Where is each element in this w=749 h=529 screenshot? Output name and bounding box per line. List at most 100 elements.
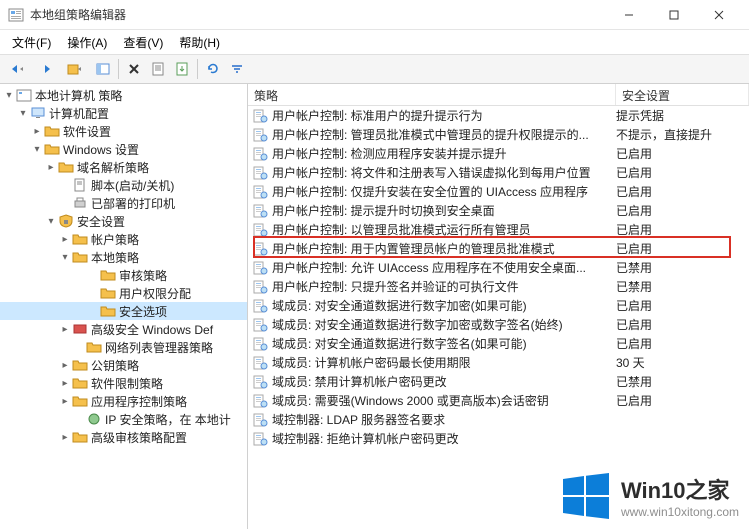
policy-item-icon — [252, 261, 268, 275]
tree-software-restriction[interactable]: ▸ 软件限制策略 — [0, 374, 247, 392]
list-row[interactable]: 域成员: 需要强(Windows 2000 或更高版本)会话密钥 已启用 — [248, 391, 749, 410]
list-row[interactable]: 用户帐户控制: 管理员批准模式中管理员的提升权限提示的... 不提示，直接提升 — [248, 125, 749, 144]
policy-setting: 已启用 — [612, 164, 745, 181]
list-row[interactable]: 域成员: 禁用计算机帐户密码更改 已禁用 — [248, 372, 749, 391]
tree-user-rights[interactable]: 用户权限分配 — [0, 284, 247, 302]
policy-name: 用户帐户控制: 允许 UIAccess 应用程序在不使用安全桌面... — [272, 259, 586, 276]
tree-advanced-audit[interactable]: ▸ 高级审核策略配置 — [0, 428, 247, 446]
expander-icon[interactable]: ▾ — [58, 252, 72, 263]
policy-name: 用户帐户控制: 将文件和注册表写入错误虚拟化到每用户位置 — [272, 164, 591, 181]
list-row[interactable]: 用户帐户控制: 允许 UIAccess 应用程序在不使用安全桌面... 已禁用 — [248, 258, 749, 277]
refresh-button[interactable] — [202, 58, 224, 80]
list-row[interactable]: 用户帐户控制: 以管理员批准模式运行所有管理员 已启用 — [248, 220, 749, 239]
folder-icon — [72, 358, 88, 372]
window-controls — [606, 1, 741, 29]
expander-icon[interactable]: ▸ — [58, 324, 72, 335]
tree-dns-policy[interactable]: ▸ 域名解析策略 — [0, 158, 247, 176]
tree-scripts[interactable]: 脚本(启动/关机) — [0, 176, 247, 194]
list-row[interactable]: 域成员: 计算机帐户密码最长使用期限 30 天 — [248, 353, 749, 372]
folder-icon — [44, 142, 60, 156]
firewall-icon — [72, 322, 88, 336]
watermark-brand: Win10之家 — [621, 473, 739, 505]
tree-security-options[interactable]: 安全选项 — [0, 302, 247, 320]
filter-button[interactable] — [226, 58, 248, 80]
tree-local-policies[interactable]: ▾ 本地策略 — [0, 248, 247, 266]
tree-windows-settings[interactable]: ▾ Windows 设置 — [0, 140, 247, 158]
list-row[interactable]: 域成员: 对安全通道数据进行数字签名(如果可能) 已启用 — [248, 334, 749, 353]
titlebar: 本地组策略编辑器 — [0, 0, 749, 30]
tree-deployed-printers[interactable]: 已部署的打印机 — [0, 194, 247, 212]
folder-icon — [86, 340, 102, 354]
expander-icon[interactable]: ▾ — [30, 144, 44, 155]
list-row[interactable]: 用户帐户控制: 只提升签名并验证的可执行文件 已禁用 — [248, 277, 749, 296]
list-row[interactable]: 用户帐户控制: 检测应用程序安装并提示提升 已启用 — [248, 144, 749, 163]
column-header-setting[interactable]: 安全设置 — [616, 84, 749, 105]
expander-icon[interactable]: ▾ — [2, 90, 16, 101]
expander-icon[interactable]: ▸ — [44, 162, 58, 173]
policy-item-icon — [252, 280, 268, 294]
maximize-button[interactable] — [651, 1, 696, 29]
policy-folder-icon — [100, 304, 116, 318]
list-row[interactable]: 用户帐户控制: 提示提升时切换到安全桌面 已启用 — [248, 201, 749, 220]
list-pane[interactable]: 策略 安全设置 用户帐户控制: 标准用户的提升提示行为 提示凭据 用户帐户控制:… — [248, 84, 749, 529]
tree-ip-security[interactable]: IP 安全策略，在 本地计 — [0, 410, 247, 428]
list-row[interactable]: 用户帐户控制: 标准用户的提升提示行为 提示凭据 — [248, 106, 749, 125]
back-button[interactable] — [4, 58, 34, 80]
policy-name: 域成员: 禁用计算机帐户密码更改 — [272, 373, 447, 390]
up-button[interactable] — [60, 58, 90, 80]
list-row[interactable]: 域成员: 对安全通道数据进行数字加密或数字签名(始终) 已启用 — [248, 315, 749, 334]
tree-label: 用户权限分配 — [119, 285, 191, 302]
list-row[interactable]: 用户帐户控制: 仅提升安装在安全位置的 UIAccess 应用程序 已启用 — [248, 182, 749, 201]
column-header-policy[interactable]: 策略 — [248, 84, 616, 105]
tree-root[interactable]: ▾ 本地计算机 策略 — [0, 86, 247, 104]
tree-app-control[interactable]: ▸ 应用程序控制策略 — [0, 392, 247, 410]
tree-computer-config[interactable]: ▾ 计算机配置 — [0, 104, 247, 122]
export-button[interactable] — [171, 58, 193, 80]
policy-folder-icon — [100, 268, 116, 282]
tree-label: 网络列表管理器策略 — [105, 339, 213, 356]
policy-item-icon — [252, 375, 268, 389]
tree-label: 公钥策略 — [91, 357, 139, 374]
policy-setting: 已启用 — [612, 221, 745, 238]
tree-account-policies[interactable]: ▸ 帐户策略 — [0, 230, 247, 248]
policy-setting: 已启用 — [612, 297, 745, 314]
list-row[interactable]: 域控制器: LDAP 服务器签名要求 — [248, 410, 749, 429]
menu-action[interactable]: 操作(A) — [59, 31, 115, 54]
menu-help[interactable]: 帮助(H) — [171, 31, 228, 54]
delete-button[interactable] — [123, 58, 145, 80]
tree-label: 已部署的打印机 — [91, 195, 175, 212]
show-hide-tree-button[interactable] — [92, 58, 114, 80]
expander-icon[interactable]: ▸ — [30, 126, 44, 137]
list-row[interactable]: 域成员: 对安全通道数据进行数字加密(如果可能) 已启用 — [248, 296, 749, 315]
list-row[interactable]: 域控制器: 拒绝计算机帐户密码更改 — [248, 429, 749, 448]
tree-audit-policy[interactable]: 审核策略 — [0, 266, 247, 284]
tree-public-key[interactable]: ▸ 公钥策略 — [0, 356, 247, 374]
forward-button[interactable] — [36, 58, 58, 80]
expander-icon[interactable]: ▸ — [58, 378, 72, 389]
tree-software-settings[interactable]: ▸ 软件设置 — [0, 122, 247, 140]
expander-icon[interactable]: ▸ — [58, 432, 72, 443]
tree-label: 软件限制策略 — [91, 375, 163, 392]
tree-advanced-windows-def[interactable]: ▸ 高级安全 Windows Def — [0, 320, 247, 338]
policy-name: 用户帐户控制: 只提升签名并验证的可执行文件 — [272, 278, 519, 295]
close-button[interactable] — [696, 1, 741, 29]
tree-security-settings[interactable]: ▾ 安全设置 — [0, 212, 247, 230]
properties-button[interactable] — [147, 58, 169, 80]
tree-pane[interactable]: ▾ 本地计算机 策略 ▾ 计算机配置 ▸ 软件设置 ▾ Win — [0, 84, 248, 529]
policy-setting: 已启用 — [612, 183, 745, 200]
expander-icon[interactable]: ▸ — [58, 396, 72, 407]
expander-icon[interactable]: ▾ — [44, 216, 58, 227]
list-row[interactable]: 用户帐户控制: 用于内置管理员帐户的管理员批准模式 已启用 — [248, 239, 749, 258]
expander-icon[interactable]: ▾ — [16, 108, 30, 119]
policy-setting: 已启用 — [612, 392, 745, 409]
security-icon — [58, 214, 74, 228]
tree-network-list[interactable]: 网络列表管理器策略 — [0, 338, 247, 356]
list-row[interactable]: 用户帐户控制: 将文件和注册表写入错误虚拟化到每用户位置 已启用 — [248, 163, 749, 182]
minimize-button[interactable] — [606, 1, 651, 29]
expander-icon[interactable]: ▸ — [58, 360, 72, 371]
computer-icon — [30, 106, 46, 120]
expander-icon[interactable]: ▸ — [58, 234, 72, 245]
menu-view[interactable]: 查看(V) — [115, 31, 171, 54]
menu-file[interactable]: 文件(F) — [4, 31, 59, 54]
toolbar-separator — [197, 59, 198, 79]
